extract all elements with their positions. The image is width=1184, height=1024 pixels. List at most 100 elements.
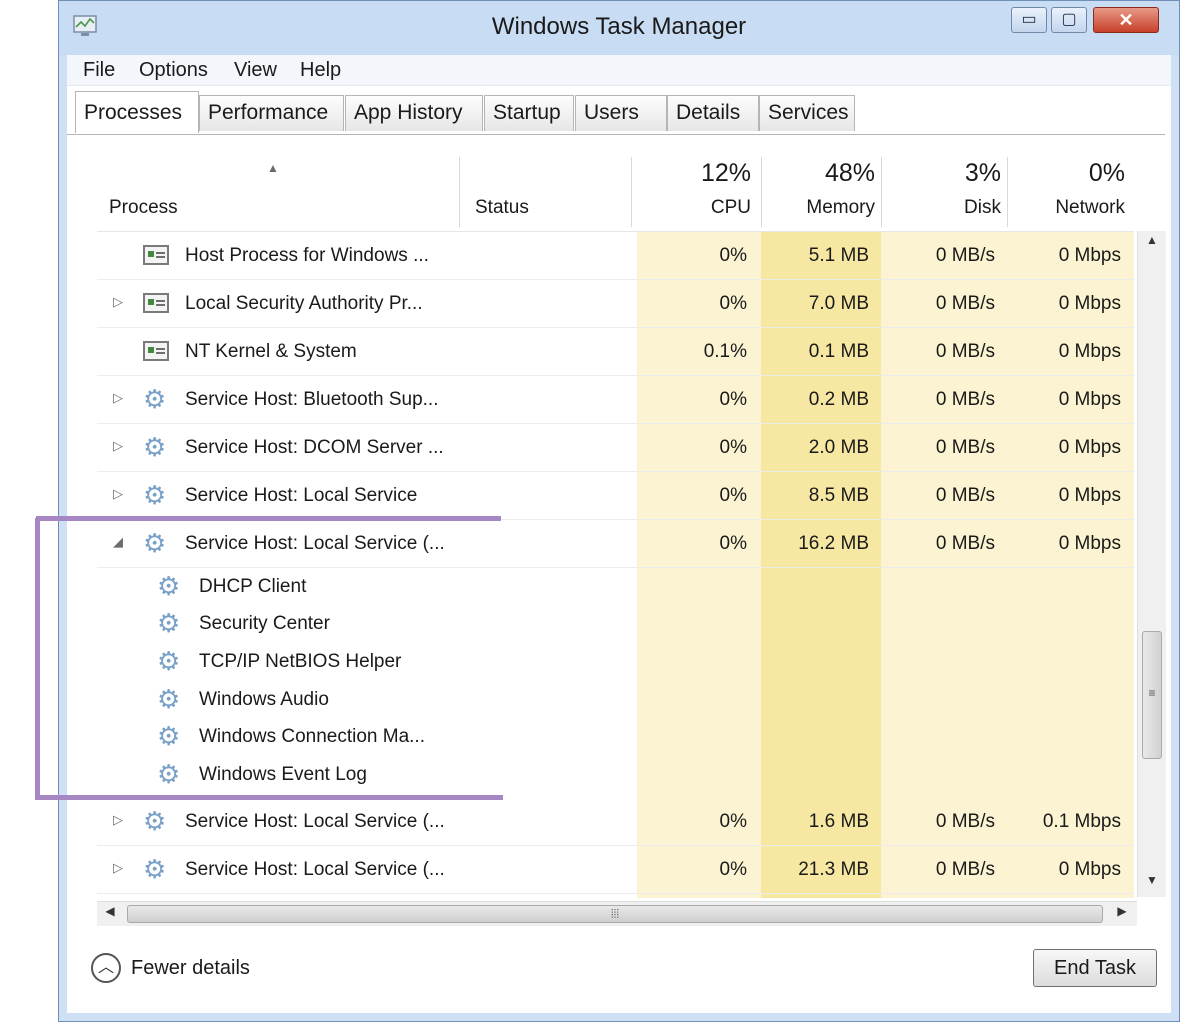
expand-icon[interactable]: ▷ bbox=[113, 294, 123, 310]
process-name: Host Process for Windows ... bbox=[185, 245, 429, 266]
horizontal-scrollbar[interactable]: ◀ ⦙⦙⦙ ▶ bbox=[97, 901, 1137, 926]
maximize-button[interactable]: ▢ bbox=[1051, 7, 1087, 33]
process-cpu: 0% bbox=[719, 293, 747, 314]
header-status[interactable]: Status bbox=[475, 197, 529, 219]
process-disk: 0 MB/s bbox=[935, 858, 995, 880]
process-network: 0 Mbps bbox=[1058, 389, 1121, 410]
header-memory[interactable]: Memory bbox=[761, 197, 875, 219]
tab-details[interactable]: Details bbox=[667, 95, 759, 131]
title-bar[interactable]: Windows Task Manager ▭ ▢ ✕ bbox=[59, 1, 1179, 55]
process-network: 0 Mbps bbox=[1058, 533, 1121, 554]
process-memory: 2.0 MB bbox=[808, 437, 869, 458]
scroll-left-icon[interactable]: ◀ bbox=[99, 904, 121, 924]
gear-icon: ⚙ bbox=[143, 480, 167, 510]
vertical-scrollbar[interactable]: ▲ ≡ ▼ bbox=[1137, 231, 1166, 897]
process-memory: 7.0 MB bbox=[808, 293, 869, 314]
tab-services[interactable]: Services bbox=[759, 95, 855, 131]
process-disk: 0 MB/s bbox=[935, 245, 995, 266]
gear-icon: ⚙ bbox=[143, 384, 167, 414]
tab-processes[interactable]: Processes bbox=[75, 91, 199, 133]
process-row[interactable]: Host Process for Windows ... 0% 5.1 MB 0 MB… bbox=[97, 232, 1134, 280]
process-row[interactable]: ▷ Local Security Authority Pr... 0% 7.0 MB 0… bbox=[97, 280, 1134, 328]
process-memory: 0.2 MB bbox=[808, 389, 869, 410]
close-button[interactable]: ✕ bbox=[1093, 7, 1159, 33]
tab-users[interactable]: Users bbox=[575, 95, 667, 131]
header-disk[interactable]: Disk bbox=[881, 197, 1001, 219]
collapse-icon[interactable]: ◢ bbox=[113, 534, 123, 550]
process-network: 0 Mbps bbox=[1058, 293, 1121, 314]
gear-icon: ⚙ bbox=[157, 721, 181, 752]
gear-icon: ⚙ bbox=[157, 570, 181, 601]
process-cpu: 0% bbox=[719, 389, 747, 410]
process-disk: 0 MB/s bbox=[935, 533, 995, 554]
process-row[interactable]: ▷ ⚙ Service Host: Local Service (... 0% 21.3… bbox=[97, 846, 1134, 894]
process-row[interactable]: ▷ ⚙ Service Host: Bluetooth Sup... 0% 0.2 MB… bbox=[97, 376, 1134, 424]
header-process[interactable]: Process bbox=[109, 197, 178, 219]
process-row[interactable]: NT Kernel & System 0.1% 0.1 MB 0 MB/s 0 Mbps bbox=[97, 328, 1134, 376]
expand-icon[interactable]: ▷ bbox=[113, 812, 123, 828]
service-name: Windows Event Log bbox=[199, 763, 367, 785]
process-cpu: 0% bbox=[719, 858, 747, 880]
process-name: Service Host: Local Service (... bbox=[185, 533, 445, 554]
header-cpu-percent: 12% bbox=[700, 159, 751, 187]
grip-icon: ≡ bbox=[1148, 686, 1156, 700]
annotation-bracket-left bbox=[35, 518, 40, 800]
minimize-button[interactable]: ▭ bbox=[1011, 7, 1047, 33]
expand-icon[interactable]: ▷ bbox=[113, 390, 123, 406]
horizontal-scroll-thumb[interactable]: ⦙⦙⦙ bbox=[127, 905, 1103, 923]
header-disk-percent: 3% bbox=[964, 159, 1001, 187]
menu-options[interactable]: Options bbox=[139, 59, 208, 82]
process-name: Service Host: Local Service (... bbox=[185, 858, 445, 880]
expand-icon[interactable]: ▷ bbox=[113, 438, 123, 454]
child-service-row[interactable]: ⚙ TCP/IP NetBIOS Helper bbox=[97, 643, 1134, 681]
child-service-row[interactable]: ⚙ Security Center bbox=[97, 606, 1134, 644]
child-service-row[interactable]: ⚙ Windows Event Log bbox=[97, 756, 1134, 794]
process-name: Local Security Authority Pr... bbox=[185, 293, 423, 314]
process-memory: 16.2 MB bbox=[798, 533, 869, 554]
process-name: Service Host: Local Service bbox=[185, 485, 418, 506]
process-name: NT Kernel & System bbox=[185, 341, 357, 362]
process-row[interactable]: ▷ ⚙ Service Host: DCOM Server ... 0% 2.0 MB 0… bbox=[97, 424, 1134, 472]
fewer-details-link[interactable]: Fewer details bbox=[131, 957, 250, 980]
process-row[interactable]: ◢ ⚙ Service Host: Local Service (... 0% 16.2… bbox=[97, 520, 1134, 568]
scroll-right-icon[interactable]: ▶ bbox=[1111, 904, 1133, 924]
end-task-button[interactable]: End Task bbox=[1033, 949, 1157, 987]
gear-icon: ⚙ bbox=[157, 608, 181, 639]
menu-file[interactable]: File bbox=[83, 59, 115, 82]
header-network-percent: 0% bbox=[1088, 159, 1125, 187]
process-name: Service Host: Bluetooth Sup... bbox=[185, 389, 439, 410]
close-icon: ✕ bbox=[1118, 10, 1134, 30]
menu-view[interactable]: View bbox=[234, 59, 277, 82]
expand-icon[interactable]: ▷ bbox=[113, 486, 123, 502]
process-row[interactable]: ▷ ⚙ Service Host: Local Service 0% 8.5 MB 0 M… bbox=[97, 472, 1134, 520]
header-cpu[interactable]: CPU bbox=[637, 197, 751, 219]
process-disk: 0 MB/s bbox=[935, 485, 995, 506]
child-service-row[interactable]: ⚙ DHCP Client bbox=[97, 568, 1134, 606]
tab-performance[interactable]: Performance bbox=[199, 95, 344, 131]
child-service-row[interactable]: ⚙ Windows Connection Ma... bbox=[97, 718, 1134, 756]
process-network: 0 Mbps bbox=[1058, 485, 1121, 506]
vertical-scroll-thumb[interactable]: ≡ bbox=[1142, 631, 1162, 759]
header-separator bbox=[459, 157, 460, 227]
expand-icon[interactable]: ▷ bbox=[113, 860, 123, 876]
window-icon bbox=[143, 245, 169, 265]
gear-icon: ⚙ bbox=[143, 805, 167, 836]
process-cpu: 0% bbox=[719, 485, 747, 506]
annotation-bracket-top bbox=[36, 516, 501, 521]
menu-bar: File Options View Help bbox=[67, 55, 1171, 86]
service-name: DHCP Client bbox=[199, 575, 307, 597]
scroll-up-icon[interactable]: ▲ bbox=[1138, 233, 1166, 255]
client-area: File Options View Help Processes Perform… bbox=[67, 55, 1171, 1013]
chevron-up-icon[interactable]: ︿ bbox=[91, 953, 121, 983]
header-network[interactable]: Network bbox=[1007, 197, 1125, 219]
scroll-down-icon[interactable]: ▼ bbox=[1138, 873, 1166, 895]
process-cpu: 0.1% bbox=[703, 341, 747, 362]
child-service-row[interactable]: ⚙ Windows Audio bbox=[97, 681, 1134, 719]
tab-app-history[interactable]: App History bbox=[345, 95, 483, 131]
process-memory: 0.1 MB bbox=[808, 341, 869, 362]
process-row[interactable]: ▷ ⚙ Service Host: Local Service (... 0% 1.6 … bbox=[97, 798, 1134, 846]
tab-startup[interactable]: Startup bbox=[484, 95, 574, 131]
process-network: 0 Mbps bbox=[1058, 245, 1121, 266]
menu-help[interactable]: Help bbox=[300, 59, 341, 82]
process-network: 0 Mbps bbox=[1058, 341, 1121, 362]
